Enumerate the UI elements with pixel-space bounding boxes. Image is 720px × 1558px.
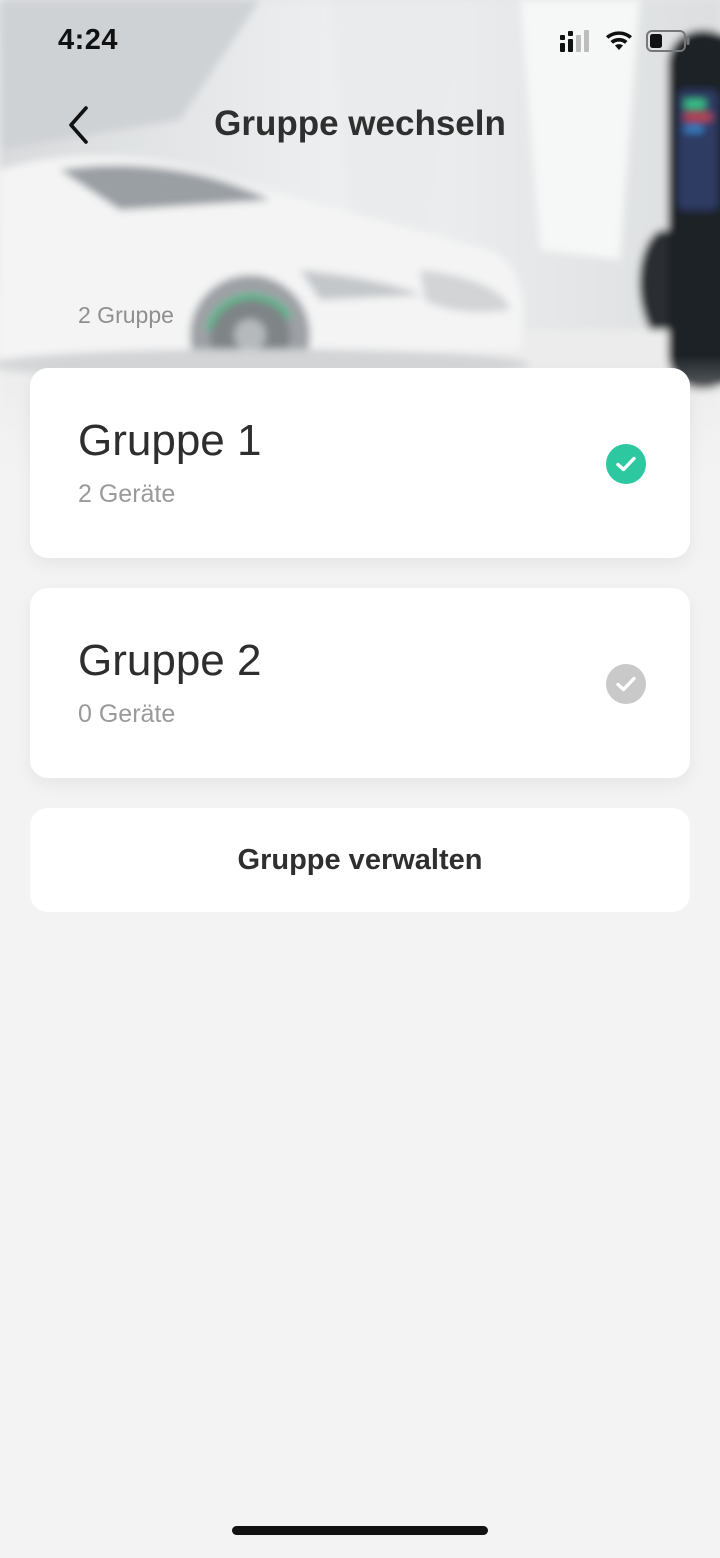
group-card-gruppe-2[interactable]: Gruppe 2 0 Geräte: [30, 588, 690, 778]
status-icons: [560, 30, 690, 57]
selected-check-icon: [606, 444, 646, 484]
group-device-count: 2 Geräte: [78, 480, 176, 508]
home-indicator[interactable]: [232, 1526, 488, 1535]
nav-bar: Gruppe wechseln: [0, 84, 720, 166]
manage-groups-button[interactable]: Gruppe verwalten: [30, 808, 690, 912]
unselected-check-icon: [606, 664, 646, 704]
group-device-count: 0 Geräte: [78, 700, 176, 728]
screen: 4:24 Gruppe wechseln 2 Gruppe Gruppe 1 2…: [0, 0, 720, 1558]
group-name: Gruppe 1: [78, 416, 262, 465]
group-card-gruppe-1[interactable]: Gruppe 1 2 Geräte: [30, 368, 690, 558]
group-count-label: 2 Gruppe: [78, 302, 174, 328]
status-bar: 4:24: [0, 0, 720, 84]
battery-icon: [646, 30, 690, 57]
cellular-signal-icon: [560, 30, 592, 57]
group-name: Gruppe 2: [78, 636, 262, 685]
status-time: 4:24: [58, 24, 119, 56]
page-title: Gruppe wechseln: [214, 104, 506, 143]
wifi-icon: [604, 30, 634, 57]
